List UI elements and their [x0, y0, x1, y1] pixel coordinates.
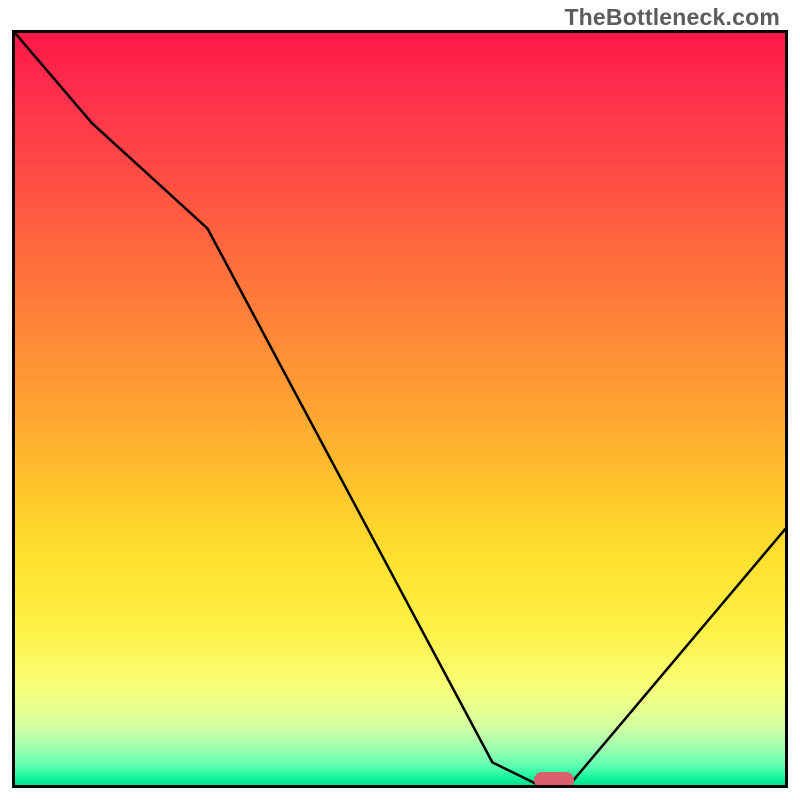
optimum-marker [534, 772, 574, 788]
plot-area [12, 30, 788, 788]
curve-path [15, 33, 785, 785]
chart-frame: TheBottleneck.com [0, 0, 800, 800]
watermark-text: TheBottleneck.com [564, 4, 780, 31]
bottleneck-curve [15, 33, 785, 785]
